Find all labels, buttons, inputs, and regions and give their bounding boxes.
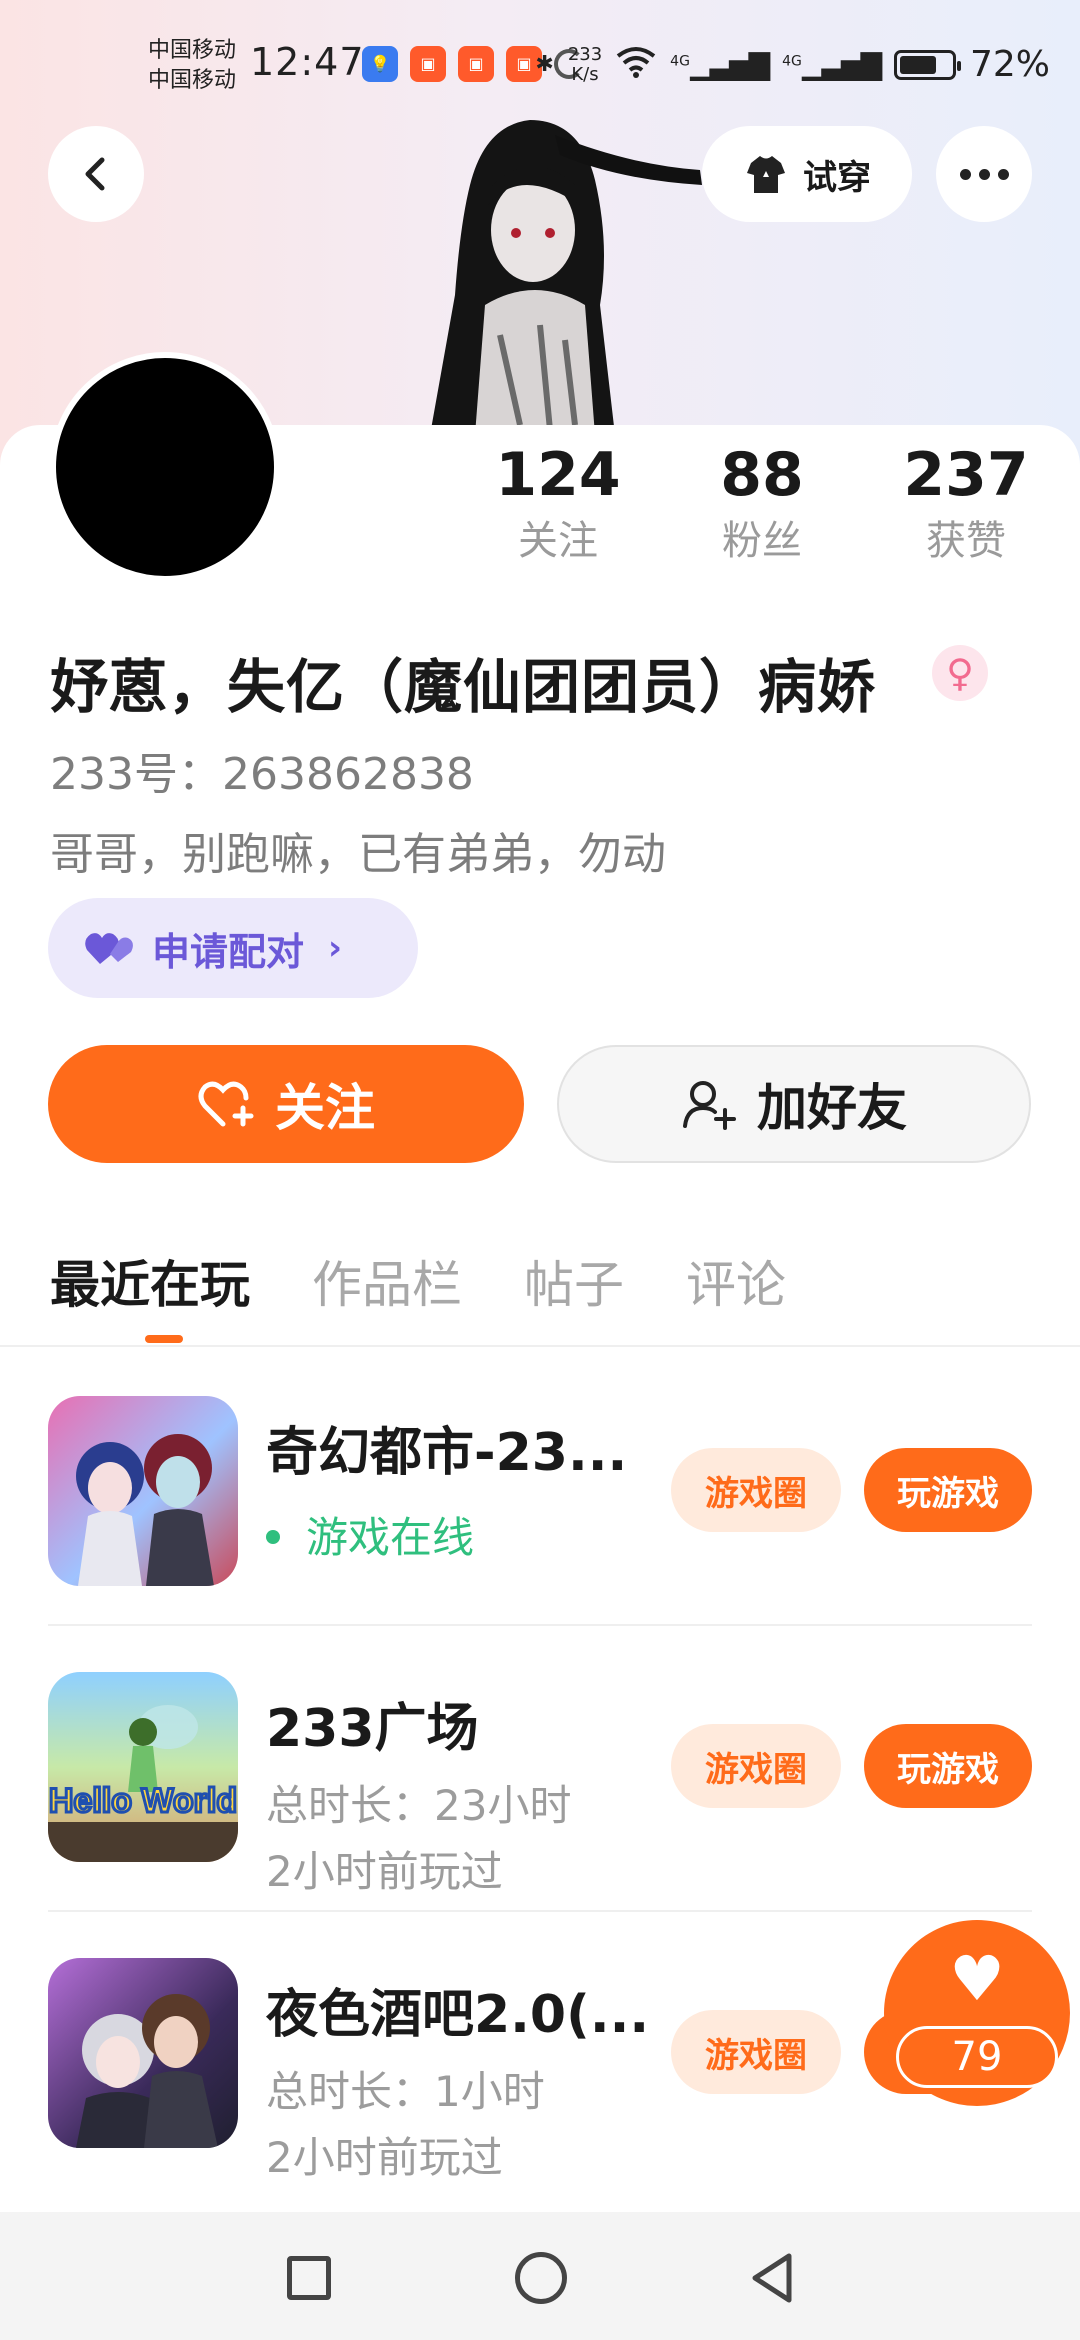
chevron-right-icon: › <box>328 928 343 968</box>
thumbnail-text: Hello World <box>49 1782 237 1820</box>
bluetooth-icon: ✱ <box>535 52 554 77</box>
heart-icon: ♥ <box>949 1942 1005 2015</box>
tab-comments[interactable]: 评论 <box>686 1245 786 1317</box>
floating-like-button[interactable]: ♥ 79 <box>884 1920 1070 2106</box>
app-233-icon: ▣ <box>458 46 494 82</box>
battery-percent: 72% <box>969 44 1050 85</box>
game-online-status: 游戏在线 <box>266 1504 474 1565</box>
status-bar: 中国移动 中国移动 12:47 💡 ▣ ▣ ▣ ✱ 233 K/s 4G▁▃▅▇… <box>0 30 1080 110</box>
tab-works[interactable]: 作品栏 <box>312 1245 462 1317</box>
stat-likes[interactable]: 237 获赞 <box>886 440 1046 568</box>
signal-1-icon: 4G▁▃▅▇ <box>670 48 770 81</box>
carrier-1: 中国移动 <box>148 38 237 63</box>
stat-following[interactable]: 124 关注 <box>478 440 638 568</box>
likes-count: 237 <box>903 440 1029 510</box>
request-pairing-button[interactable]: 申请配对 › <box>48 898 418 998</box>
game-title: 奇幻都市-23... <box>266 1423 628 1483</box>
add-friend-label: 加好友 <box>757 1079 907 1137</box>
anime-characters-image <box>76 1434 214 1586</box>
game-list-item[interactable]: 奇幻都市-23... 游戏在线 游戏圈 玩游戏 <box>48 1396 1032 1596</box>
online-dot-icon <box>266 1529 280 1544</box>
shirt-icon <box>747 156 785 193</box>
game-title: 夜色酒吧2.0(... <box>266 1985 650 2045</box>
following-label: 关注 <box>518 518 598 564</box>
profile-stats: 124 关注 88 粉丝 237 获赞 <box>0 440 1080 590</box>
play-game-button[interactable]: 玩游戏 <box>864 1724 1032 1808</box>
pairing-label: 申请配对 <box>152 929 305 974</box>
back-button[interactable] <box>48 126 144 222</box>
battery-level <box>899 55 936 74</box>
followers-label: 粉丝 <box>722 518 802 564</box>
user-plus-icon <box>683 1081 736 1130</box>
app-233-icon: ▣ <box>410 46 446 82</box>
like-count: 79 <box>896 2026 1058 2088</box>
game-last-played: 2小时前玩过 <box>266 2133 503 2182</box>
status-right-icons: ✱ 233 K/s 4G▁▃▅▇ 4G▁▃▅▇ 72% <box>535 44 1050 85</box>
active-tab-indicator <box>145 1335 183 1343</box>
try-on-label: 试穿 <box>803 157 871 198</box>
bulb-app-icon: 💡 <box>362 46 398 82</box>
tab-recently-played[interactable]: 最近在玩 <box>50 1245 250 1317</box>
following-count: 124 <box>495 440 621 510</box>
game-thumbnail[interactable] <box>48 1958 238 2148</box>
game-circle-button[interactable]: 游戏圈 <box>671 1448 841 1532</box>
signal-2-icon: 4G▁▃▅▇ <box>782 48 882 81</box>
game-play-duration: 总时长：23小时 <box>266 1781 572 1830</box>
followers-count: 88 <box>720 440 804 510</box>
carrier-2: 中国移动 <box>148 68 237 93</box>
game-thumbnail[interactable] <box>48 1396 238 1586</box>
carrier-names: 中国移动 中国移动 <box>148 36 236 96</box>
likes-label: 获赞 <box>926 518 1006 564</box>
profile-tabs: 最近在玩 作品栏 帖子 评论 <box>50 1245 786 1317</box>
system-navigation-bar <box>0 2212 1080 2340</box>
play-game-button[interactable]: 玩游戏 <box>864 1448 1032 1532</box>
network-speed: 233 K/s <box>567 43 603 85</box>
game-circle-button[interactable]: 游戏圈 <box>671 2010 841 2094</box>
more-options-button[interactable] <box>936 126 1032 222</box>
anime-couple-image <box>76 1994 218 2148</box>
more-dots-icon <box>959 168 971 180</box>
list-divider <box>48 1910 1032 1912</box>
game-list-item[interactable]: Hello World 233广场 总时长：23小时 2小时前玩过 游戏圈 玩游… <box>48 1672 1032 1896</box>
follow-button[interactable]: 关注 <box>48 1045 524 1163</box>
follow-label: 关注 <box>275 1079 375 1137</box>
username: 妤蒽，失亿（魔仙团团员）病娇 <box>50 653 877 721</box>
game-thumbnail[interactable]: Hello World <box>48 1672 238 1862</box>
home-button[interactable] <box>515 2252 567 2304</box>
list-divider <box>48 1624 1032 1626</box>
back-triangle-button[interactable] <box>745 2250 801 2306</box>
heart-plus-icon <box>198 1081 254 1127</box>
chevron-left-icon <box>85 157 105 191</box>
double-heart-icon <box>85 933 133 964</box>
game-last-played: 2小时前玩过 <box>266 1847 503 1896</box>
hello-world-image: Hello World <box>48 1705 238 1862</box>
recent-apps-button[interactable] <box>287 2256 331 2300</box>
wifi-icon <box>616 46 656 84</box>
tab-posts[interactable]: 帖子 <box>524 1245 624 1317</box>
try-on-button[interactable]: 试穿 <box>702 126 912 222</box>
add-friend-button[interactable]: 加好友 <box>557 1045 1031 1163</box>
female-gender-icon: ♀ <box>932 645 988 701</box>
tabs-divider <box>0 1345 1080 1347</box>
game-title: 233广场 <box>266 1699 479 1759</box>
avatar-character-figure <box>430 120 702 435</box>
battery-icon <box>893 49 961 80</box>
stat-followers[interactable]: 88 粉丝 <box>682 440 842 568</box>
status-time: 12:47 <box>250 40 365 84</box>
user-id: 233号：263862838 <box>50 749 474 800</box>
user-bio: 哥哥，别跑嘛，已有弟弟，勿动 <box>50 829 666 880</box>
game-circle-button[interactable]: 游戏圈 <box>671 1724 841 1808</box>
game-play-duration: 总时长：1小时 <box>266 2067 545 2116</box>
